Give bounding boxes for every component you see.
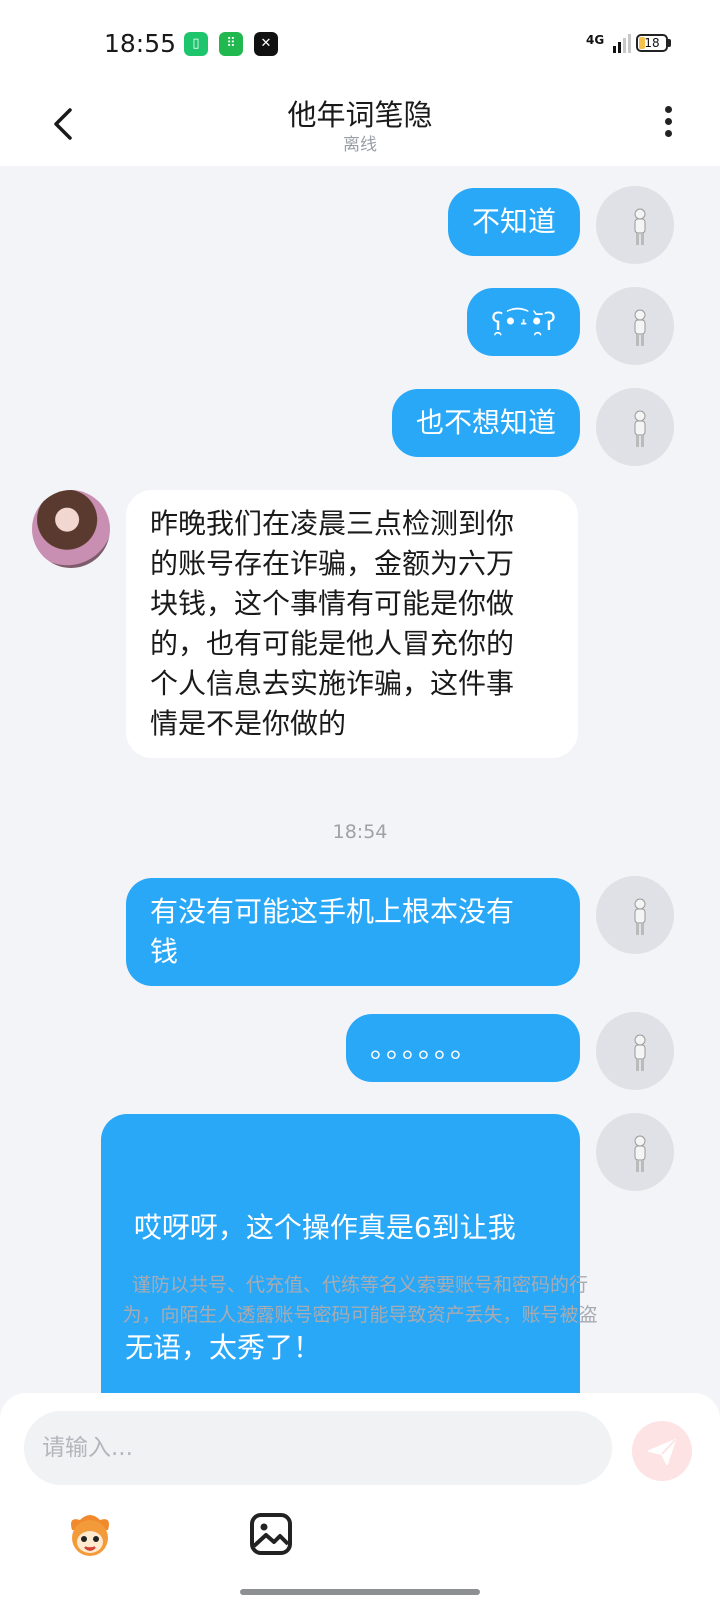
battery-saver-icon: ▯: [184, 32, 208, 56]
notice-line: 为，向陌生人透露账号密码可能导致资产丢失，账号被盗: [122, 1304, 598, 1326]
message-bubble-outgoing[interactable]: 有没有可能这手机上根本没有 钱: [126, 878, 580, 986]
message-bubble-outgoing[interactable]: 。。。。。。: [346, 1014, 580, 1082]
message-line: 无语，太秀了！: [125, 1331, 322, 1364]
my-avatar[interactable]: [596, 1012, 674, 1090]
shop-icon: ⠿: [219, 32, 243, 56]
message-line: 情是不是你做的: [150, 707, 347, 740]
contact-avatar[interactable]: [32, 490, 110, 568]
message-input[interactable]: [24, 1411, 612, 1485]
message-line: 块钱，这个事情有可能是你做: [150, 587, 515, 620]
message-text: 也不想知道: [415, 406, 556, 439]
emoji-mascot-icon[interactable]: [64, 1508, 116, 1560]
message-line: 的，也有可能是他人冒充你的: [150, 627, 515, 660]
my-avatar[interactable]: [596, 388, 674, 466]
network-type: 4G: [586, 33, 605, 47]
message-bubble-outgoing[interactable]: ʕ̯•͡˔•̯᷅ʔ: [467, 288, 580, 356]
message-composer: [0, 1393, 720, 1600]
signal-icon: [613, 34, 631, 53]
home-indicator[interactable]: [240, 1589, 480, 1595]
my-avatar[interactable]: [596, 186, 674, 264]
battery-level: 18: [644, 36, 660, 50]
message-text: 。。。。。。: [370, 1031, 481, 1064]
capcut-icon: ✕: [254, 32, 278, 56]
send-icon: [648, 1439, 676, 1465]
message-timestamp: 18:54: [332, 821, 388, 843]
my-avatar[interactable]: [596, 1113, 674, 1191]
notice-line: 谨防以共号、代充值、代练等名义索要账号和密码的行: [131, 1274, 588, 1296]
message-line: 昨晚我们在凌晨三点检测到你: [150, 507, 515, 540]
message-line: 的账号存在诈骗，金额为六万: [150, 547, 515, 580]
message-line: 个人信息去实施诈骗，这件事: [150, 667, 515, 700]
online-status: 离线: [343, 135, 377, 155]
chat-header: 他年词笔隐 离线: [0, 88, 720, 166]
my-avatar[interactable]: [596, 876, 674, 954]
send-button[interactable]: [632, 1421, 692, 1481]
message-text: ʕ̯•͡˔•̯᷅ʔ: [491, 308, 556, 336]
status-time: 18:55: [104, 29, 177, 58]
message-list[interactable]: 不知道 ʕ̯•͡˔•̯᷅ʔ 也不想知道 昨晚我们在凌晨三点检测到你 的账号存在诈…: [0, 166, 720, 1462]
message-bubble-incoming[interactable]: 昨晚我们在凌晨三点检测到你 的账号存在诈骗，金额为六万 块钱，这个事情有可能是你…: [126, 490, 578, 758]
message-text: 不知道: [471, 205, 556, 238]
chat-title: 他年词笔隐: [287, 98, 433, 132]
status-bar: 18:55 ▯ ⠿ ✕ 4G 18: [0, 0, 720, 88]
message-line: 哎呀呀，这个操作真是6到让我: [125, 1211, 516, 1244]
message-line: 钱: [150, 935, 179, 968]
message-bubble-outgoing[interactable]: 不知道: [447, 188, 580, 256]
image-icon[interactable]: [247, 1510, 295, 1558]
my-avatar[interactable]: [596, 287, 674, 365]
message-bubble-outgoing[interactable]: 也不想知道: [391, 389, 580, 457]
safety-notice: 谨防以共号、代充值、代练等名义索要账号和密码的行 为，向陌生人透露账号密码可能导…: [60, 1270, 660, 1330]
battery-icon: 18: [636, 34, 668, 52]
message-line: 有没有可能这手机上根本没有: [150, 895, 515, 928]
more-options-icon[interactable]: [660, 102, 676, 146]
